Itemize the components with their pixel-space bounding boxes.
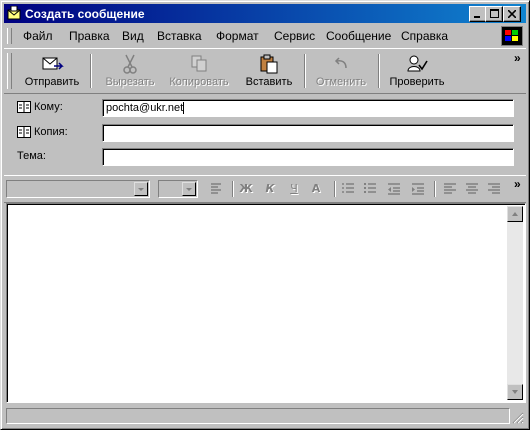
- to-field-value: pochta@ukr.net: [106, 102, 184, 114]
- menu-grip[interactable]: [7, 28, 12, 44]
- close-button[interactable]: [503, 6, 521, 22]
- align-center-icon[interactable]: [464, 182, 480, 196]
- decrease-indent-icon[interactable]: [386, 182, 402, 196]
- new-message-envelope-icon: [7, 6, 21, 20]
- copy-label: Копировать: [169, 76, 229, 88]
- subject-label: Тема:: [17, 150, 46, 162]
- chevron-down-icon[interactable]: [182, 182, 196, 196]
- vertical-scrollbar[interactable]: [507, 206, 523, 400]
- paste-label: Вставить: [245, 76, 293, 88]
- send-button[interactable]: Отправить: [20, 51, 84, 91]
- cut-label: Вырезать: [105, 76, 155, 88]
- font-size-combo[interactable]: [158, 180, 198, 198]
- minimize-icon: [474, 16, 480, 18]
- cc-label[interactable]: Копия:: [17, 126, 68, 139]
- arrow-up-icon: [512, 212, 518, 216]
- text-caret: [183, 102, 184, 114]
- status-pane: [6, 408, 510, 424]
- menu-file[interactable]: Файл: [23, 29, 53, 43]
- font-name-combo[interactable]: [6, 180, 150, 198]
- paragraph-style-icon[interactable]: [208, 182, 224, 196]
- toolbar-separator: [304, 54, 306, 88]
- arrow-down-icon: [512, 390, 518, 394]
- toolbar-separator: [378, 54, 380, 88]
- paste-icon: [260, 54, 278, 74]
- toolbar-grip[interactable]: [7, 53, 12, 89]
- to-field[interactable]: pochta@ukr.net: [102, 99, 514, 117]
- menu-message[interactable]: Сообщение: [326, 29, 391, 43]
- format-separator: [232, 181, 234, 197]
- numbered-list-icon[interactable]: [340, 182, 356, 196]
- format-separator: [334, 181, 336, 197]
- check-names-icon: [407, 55, 428, 72]
- paste-button[interactable]: Вставить: [240, 51, 298, 91]
- format-overflow-chevron-icon[interactable]: »: [514, 177, 521, 191]
- address-book-icon: [17, 101, 31, 114]
- toolbar-overflow-chevron-icon[interactable]: »: [514, 51, 521, 65]
- to-label[interactable]: Кому:: [17, 101, 63, 114]
- send-label: Отправить: [24, 76, 80, 88]
- italic-button[interactable]: К: [262, 182, 278, 196]
- format-separator: [434, 181, 436, 197]
- menu-format[interactable]: Формат: [216, 29, 259, 43]
- resize-grip-icon[interactable]: [510, 410, 524, 424]
- copy-icon: [191, 55, 207, 72]
- menu-help[interactable]: Справка: [401, 29, 448, 43]
- chevron-down-icon[interactable]: [134, 182, 148, 196]
- scissors-icon: [123, 54, 137, 74]
- menu-tools[interactable]: Сервис: [274, 29, 315, 43]
- underline-button[interactable]: Ч: [286, 182, 302, 196]
- scroll-down-button[interactable]: [507, 384, 523, 400]
- status-bar: [4, 407, 526, 425]
- undo-button[interactable]: Отменить: [310, 51, 372, 91]
- menu-view[interactable]: Вид: [122, 29, 144, 43]
- font-color-button[interactable]: A: [308, 182, 324, 196]
- align-left-icon[interactable]: [442, 182, 458, 196]
- subject-field[interactable]: [102, 148, 514, 166]
- close-icon: [507, 9, 517, 19]
- bold-button[interactable]: Ж: [238, 182, 254, 196]
- window-title: Создать сообщение: [25, 7, 145, 21]
- address-book-icon: [17, 126, 31, 139]
- scroll-up-button[interactable]: [507, 206, 523, 222]
- maximize-icon: [489, 9, 499, 18]
- send-icon: [42, 57, 64, 70]
- menu-edit[interactable]: Правка: [69, 29, 110, 43]
- compose-window: Создать сообщение Файл Правка Вид Вставк…: [0, 0, 530, 430]
- align-right-icon[interactable]: [486, 182, 502, 196]
- cc-label-text: Копия:: [34, 126, 68, 138]
- menu-bar: Файл Правка Вид Вставка Формат Сервис Со…: [4, 25, 526, 47]
- title-bar[interactable]: Создать сообщение: [4, 4, 526, 23]
- undo-icon: [334, 57, 347, 69]
- maximize-button[interactable]: [485, 6, 503, 22]
- increase-indent-icon[interactable]: [410, 182, 426, 196]
- bullet-list-icon[interactable]: [362, 182, 378, 196]
- menu-insert[interactable]: Вставка: [157, 29, 202, 43]
- to-label-text: Кому:: [34, 101, 63, 113]
- copy-button[interactable]: Копировать: [166, 51, 232, 91]
- windows-logo-icon: [501, 26, 523, 46]
- cut-button[interactable]: Вырезать: [100, 51, 160, 91]
- main-toolbar: Отправить Вырезать Копировать Вставить О…: [4, 48, 526, 94]
- formatting-toolbar: Ж К Ч A »: [4, 175, 526, 203]
- check-names-button[interactable]: Проверить: [386, 51, 448, 91]
- undo-label: Отменить: [315, 76, 367, 88]
- toolbar-separator: [90, 54, 92, 88]
- cc-field[interactable]: [102, 124, 514, 142]
- check-names-label: Проверить: [389, 76, 445, 88]
- message-body[interactable]: [6, 203, 526, 403]
